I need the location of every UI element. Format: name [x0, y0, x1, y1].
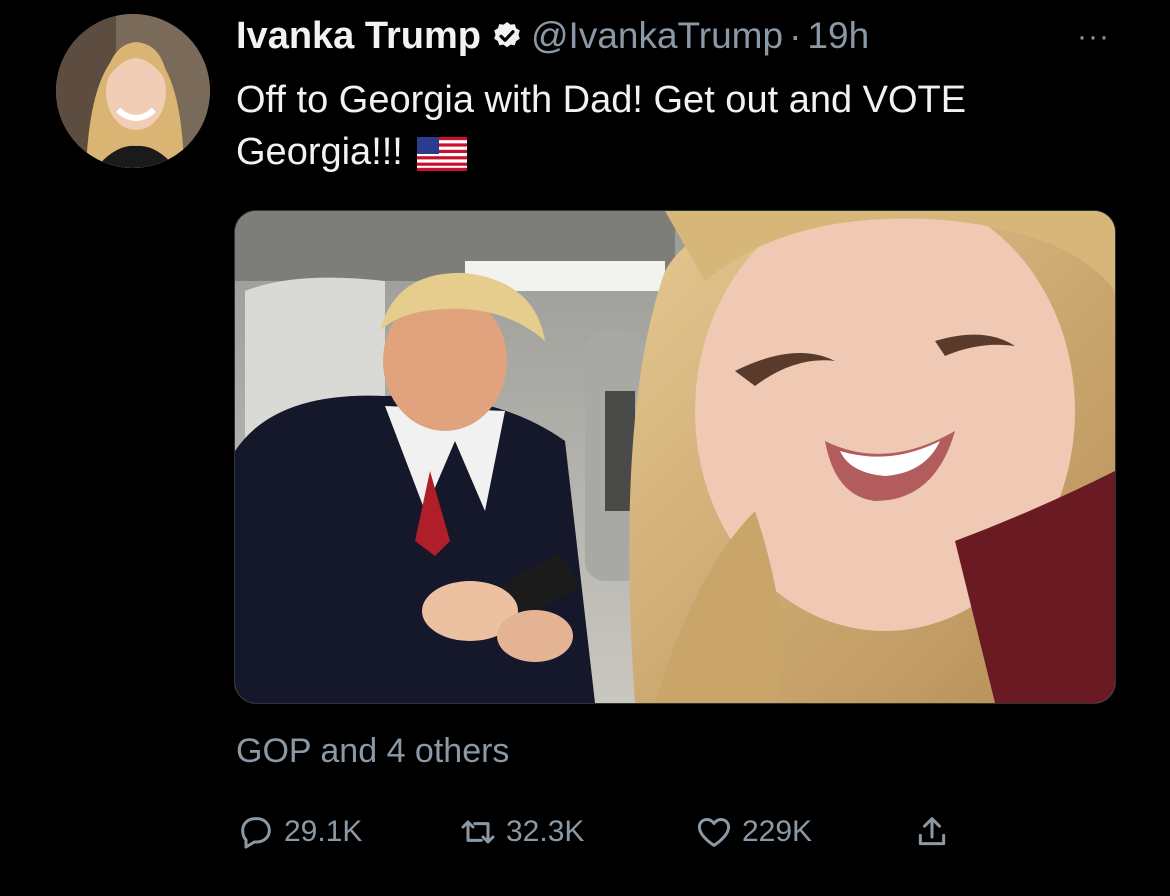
reply-count: 29.1K [284, 815, 363, 848]
timestamp[interactable]: 19h [807, 15, 869, 57]
more-options-icon[interactable]: ··· [1077, 20, 1110, 54]
like-count: 229K [742, 815, 813, 848]
tweet-header: Ivanka Trump @IvankaTrump · 19h [236, 14, 869, 58]
author-handle[interactable]: @IvankaTrump [531, 15, 783, 57]
separator-dot: · [789, 15, 802, 56]
retweet-icon [461, 820, 495, 844]
tweet[interactable]: Ivanka Trump @IvankaTrump · 19h ··· Off … [0, 0, 1170, 896]
reply-icon [241, 817, 271, 849]
share-icon [918, 817, 946, 846]
retweet-button[interactable]: 32.3K [458, 808, 584, 856]
action-bar: 29.1K 32.3K 229K [236, 808, 996, 856]
avatar[interactable] [56, 14, 210, 168]
reply-button[interactable]: 29.1K [236, 808, 362, 856]
share-button[interactable] [912, 808, 960, 856]
photo-image [235, 211, 1115, 703]
social-context[interactable]: GOP and 4 others [236, 732, 509, 771]
avatar-image [56, 14, 210, 168]
us-flag-icon [416, 136, 467, 171]
author-name[interactable]: Ivanka Trump [236, 15, 481, 58]
like-button[interactable]: 229K [694, 808, 812, 856]
heart-icon [697, 818, 731, 847]
tweet-photo[interactable] [234, 210, 1116, 704]
tweet-text-content: Off to Georgia with Dad! Get out and VOT… [236, 79, 967, 173]
retweet-count: 32.3K [506, 815, 585, 848]
verified-badge-icon [494, 22, 520, 48]
tweet-text: Off to Georgia with Dad! Get out and VOT… [236, 74, 1136, 178]
